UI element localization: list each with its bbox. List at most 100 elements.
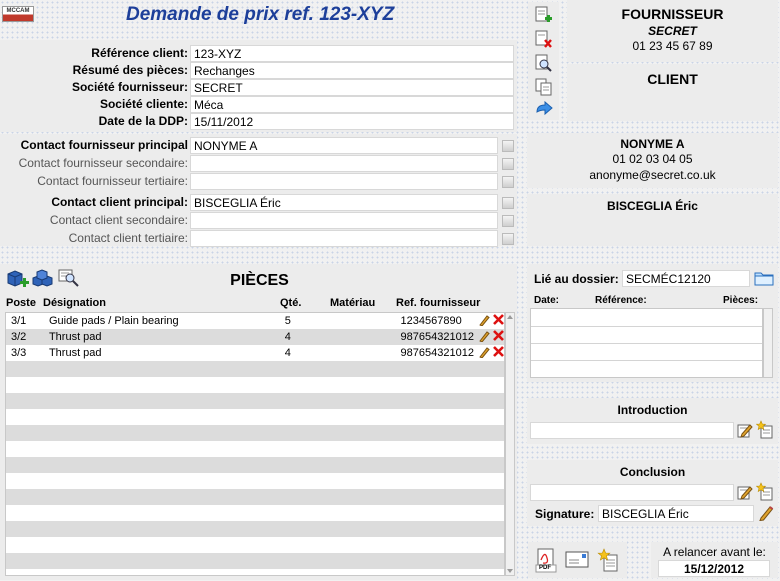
contact-select-button[interactable] (502, 197, 514, 209)
search-document-icon[interactable] (535, 54, 553, 73)
logo-text: MCCAM (6, 8, 30, 14)
parts-group-icon[interactable] (32, 268, 54, 289)
contact-field-1[interactable]: NONYME A (190, 137, 498, 154)
cell-poste: 3/2 (6, 329, 44, 345)
table-row (6, 361, 504, 377)
form-field-2[interactable]: Rechanges (190, 62, 514, 79)
edit-signature-icon[interactable] (758, 504, 774, 522)
reminder-date-field[interactable]: 15/12/2012 (658, 560, 770, 577)
contact-field-4[interactable]: BISCEGLIA Éric (190, 194, 498, 211)
form-field-5[interactable]: 15/11/2012 (190, 113, 514, 130)
table-row[interactable]: 3/3 Thrust pad 4 987654321012 (6, 345, 504, 361)
parts-table: 3/1 Guide pads / Plain bearing 5 1234567890… (5, 312, 505, 576)
table-row (6, 377, 504, 393)
table-row (6, 457, 504, 473)
form-field-4[interactable]: Méca (190, 96, 514, 113)
app-logo: MCCAM (2, 6, 34, 22)
cell-qty: 4 (279, 345, 332, 361)
table-row[interactable]: 3/1 Guide pads / Plain bearing 5 1234567890 (6, 313, 504, 329)
table-row (6, 505, 504, 521)
scroll-up-arrow-icon[interactable] (507, 315, 513, 319)
parts-title: PIÈCES (230, 272, 289, 289)
contact-field-5[interactable] (190, 212, 498, 229)
contact-field-6[interactable] (190, 230, 498, 247)
contact-select-button[interactable] (502, 176, 514, 188)
form-label-4: Société cliente: (99, 97, 188, 111)
cell-ref: 987654321012 (395, 329, 474, 345)
dossier-scrollbar[interactable] (763, 308, 773, 378)
form-label-3: Société fournisseur: (71, 80, 188, 94)
contact-label-5: Contact client secondaire: (49, 213, 188, 227)
delete-part-icon[interactable] (493, 314, 504, 328)
forward-arrow-icon[interactable] (535, 100, 553, 118)
contact-field-3[interactable] (190, 173, 498, 190)
table-row (6, 521, 504, 537)
contact-select-button[interactable] (502, 158, 514, 170)
introduction-field[interactable] (530, 422, 734, 439)
dossier-label: Lié au dossier: (534, 272, 619, 286)
table-row[interactable]: 3/2 Thrust pad 4 987654321012 (6, 329, 504, 345)
signature-label: Signature: (535, 507, 595, 521)
cell-material (331, 345, 396, 361)
edit-part-icon[interactable] (479, 314, 490, 329)
new-introduction-icon[interactable] (755, 420, 774, 439)
pdf-export-icon[interactable]: PDF (535, 548, 557, 573)
contact-select-button[interactable] (502, 233, 514, 245)
col-header-poste: Poste (6, 297, 36, 309)
cell-ref: 987654321012 (395, 345, 474, 361)
cell-material (331, 313, 396, 329)
table-row (6, 553, 504, 569)
reminder-label: A relancer avant le: (663, 545, 766, 559)
dossier-table (530, 308, 763, 378)
contact-select-button[interactable] (502, 215, 514, 227)
form-label-5: Date de la DDP: (98, 114, 188, 128)
dossier-col-pieces: Pièces: (723, 295, 759, 306)
add-document-icon[interactable] (535, 6, 553, 25)
add-part-icon[interactable] (6, 268, 30, 289)
cell-qty: 4 (279, 329, 332, 345)
dossier-field[interactable]: SECMÉC12120 (622, 270, 750, 287)
delete-document-icon[interactable] (535, 30, 553, 49)
cell-designation: Guide pads / Plain bearing (43, 313, 280, 329)
contact-field-2[interactable] (190, 155, 498, 172)
folder-icon[interactable] (754, 270, 774, 286)
table-row (6, 537, 504, 553)
edit-introduction-icon[interactable] (737, 422, 753, 438)
table-row (6, 425, 504, 441)
cell-designation: Thrust pad (43, 329, 280, 345)
form-field-1[interactable]: 123-XYZ (190, 45, 514, 62)
copy-document-icon[interactable] (535, 78, 553, 97)
dossier-col-date: Date: (534, 295, 560, 306)
new-conclusion-icon[interactable] (755, 482, 774, 501)
dossier-col-reference: Référence: (595, 295, 647, 306)
client-heading: CLIENT (647, 71, 698, 87)
signature-field[interactable]: BISCEGLIA Éric (598, 505, 754, 522)
client-contact-name: BISCEGLIA Éric (607, 199, 698, 213)
contact-label-2: Contact fournisseur secondaire: (18, 156, 188, 170)
client-contact-panel: BISCEGLIA Éric (527, 194, 778, 246)
parts-scrollbar[interactable] (505, 312, 515, 576)
edit-part-icon[interactable] (479, 346, 490, 361)
conclusion-field[interactable] (530, 484, 734, 501)
supplier-name: SECRET (648, 24, 697, 38)
edit-part-icon[interactable] (479, 330, 490, 345)
conclusion-label: Conclusion (619, 465, 686, 479)
contact-label-4: Contact client principal: (51, 195, 188, 209)
cell-material (331, 329, 396, 345)
form-label-2: Résumé des pièces: (72, 63, 188, 77)
search-parts-icon[interactable] (58, 268, 80, 288)
scroll-down-arrow-icon[interactable] (507, 569, 513, 573)
introduction-label: Introduction (617, 403, 688, 417)
delete-part-icon[interactable] (493, 330, 504, 344)
form-field-3[interactable]: SECRET (190, 79, 514, 96)
delete-part-icon[interactable] (493, 346, 504, 360)
cell-ref: 1234567890 (395, 313, 474, 329)
table-row (6, 409, 504, 425)
col-header-designation: Désignation (43, 297, 106, 309)
new-request-icon[interactable] (597, 548, 619, 573)
contact-select-button[interactable] (502, 140, 514, 152)
email-icon[interactable] (565, 551, 589, 568)
edit-conclusion-icon[interactable] (737, 484, 753, 500)
cell-poste: 3/1 (6, 313, 44, 329)
supplier-phone: 01 23 45 67 89 (632, 39, 713, 53)
